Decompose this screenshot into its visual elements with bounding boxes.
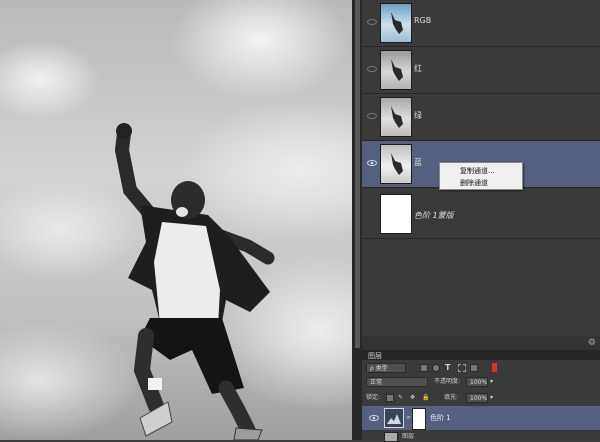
- opacity-label: 不透明度:: [434, 378, 461, 385]
- channel-row-red[interactable]: 红: [362, 47, 600, 94]
- shape-filter-icon[interactable]: [458, 364, 466, 372]
- channel-label: RGB: [414, 16, 432, 25]
- type-filter-icon[interactable]: T: [445, 363, 450, 373]
- smart-object-filter-icon[interactable]: [470, 364, 478, 372]
- channels-footer: ⚙: [362, 336, 600, 350]
- channel-thumbnail: [380, 3, 412, 43]
- duplicate-channel-item[interactable]: 复制通道...: [460, 166, 495, 176]
- blend-row: 正常 不透明度: 100% ▾: [362, 375, 600, 389]
- layer-filter-row: ρ 类型 T: [362, 361, 600, 375]
- blend-mode-value: 正常: [370, 379, 383, 386]
- eye-icon[interactable]: [366, 157, 378, 169]
- channel-thumbnail: [380, 50, 412, 90]
- fill-dropdown-icon[interactable]: ▾: [490, 393, 493, 403]
- layer-name[interactable]: 色阶 1: [430, 413, 451, 423]
- lock-label: 锁定:: [366, 394, 381, 401]
- filter-type-select[interactable]: ρ 类型: [366, 363, 406, 373]
- filter-toggle-icon[interactable]: [492, 363, 497, 372]
- delete-channel-item[interactable]: 删除通道: [460, 178, 488, 188]
- channel-row-levels-mask[interactable]: 色阶 1蒙版: [362, 188, 600, 239]
- context-menu: 复制通道... 删除通道: [439, 162, 523, 190]
- link-icon[interactable]: ∞: [406, 414, 411, 421]
- layers-panel-header: 图层: [362, 350, 600, 360]
- levels-adjustment-icon: [384, 408, 404, 428]
- opacity-value: 100%: [470, 379, 488, 386]
- channel-label: 红: [414, 64, 422, 73]
- channel-label: 绿: [414, 111, 422, 120]
- opacity-dropdown-icon[interactable]: ▾: [490, 377, 493, 387]
- pixel-filter-icon[interactable]: [420, 364, 428, 372]
- channel-thumbnail: [380, 97, 412, 137]
- eye-icon[interactable]: [366, 16, 378, 28]
- panel-menu-icon[interactable]: ⚙: [588, 338, 596, 348]
- lock-transparent-icon[interactable]: [386, 394, 394, 402]
- layer-name[interactable]: 图层: [402, 431, 414, 440]
- adjustment-filter-icon[interactable]: [432, 364, 440, 372]
- fill-label: 填充:: [444, 394, 459, 401]
- jumping-man-photo: [114, 123, 275, 440]
- layer-thumbnail: [384, 432, 398, 442]
- fill-value: 100%: [470, 395, 488, 402]
- eye-icon[interactable]: [368, 413, 380, 423]
- layers-panel-title[interactable]: 图层: [368, 351, 382, 361]
- channels-scrollbar[interactable]: [355, 0, 360, 348]
- lock-move-icon[interactable]: ✥: [410, 393, 415, 403]
- channel-label: 色阶 1蒙版: [414, 211, 454, 220]
- layer-mask-thumbnail[interactable]: [412, 408, 426, 430]
- channel-thumbnail: [380, 144, 412, 184]
- image-canvas[interactable]: [0, 0, 352, 440]
- layer-row-background[interactable]: 图层: [362, 431, 600, 442]
- lock-all-icon[interactable]: 🔒: [422, 393, 429, 403]
- filter-type-label: ρ 类型: [370, 365, 388, 372]
- blend-mode-select[interactable]: 正常: [366, 377, 428, 387]
- opacity-input[interactable]: 100%: [466, 377, 488, 387]
- channel-label: 蓝: [414, 158, 422, 167]
- channel-row-green[interactable]: 绿: [362, 94, 600, 141]
- eye-icon[interactable]: [366, 63, 378, 75]
- lock-row: 锁定: ✎ ✥ 🔒 填充: 100% ▾: [362, 391, 600, 405]
- mask-thumbnail: [380, 194, 412, 234]
- layer-row-levels[interactable]: ∞ 色阶 1: [362, 406, 600, 430]
- fill-input[interactable]: 100%: [466, 393, 488, 403]
- channel-row-rgb[interactable]: RGB: [362, 0, 600, 47]
- lock-brush-icon[interactable]: ✎: [398, 393, 403, 403]
- eye-icon[interactable]: [366, 110, 378, 122]
